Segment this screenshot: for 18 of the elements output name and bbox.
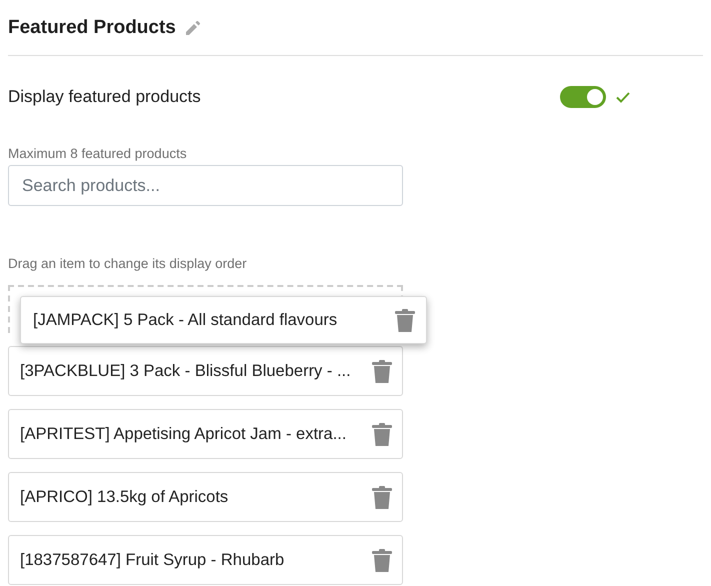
trash-icon[interactable]	[372, 548, 392, 572]
pencil-icon[interactable]	[186, 20, 200, 34]
search-field[interactable]: Search products...	[8, 165, 403, 206]
trash-icon[interactable]	[372, 486, 392, 508]
product-item[interactable]: [APRITEST] Appetising Apricot Jam - extra...	[8, 409, 403, 459]
trash-icon[interactable]	[372, 422, 392, 446]
product-item[interactable]: [APRICO] 13.5kg of Apricots	[8, 472, 403, 522]
dragged-item[interactable]: [JAMPACK] 5 Pack - All standard flavours	[20, 296, 427, 344]
product-item[interactable]: [3PACKBLUE] 3 Pack - Blissful Blueberry - ...	[8, 346, 403, 396]
field-label: Maximum 8 featured products	[8, 146, 188, 161]
trash-icon[interactable]	[372, 360, 392, 382]
toggle-switch[interactable]	[560, 86, 606, 108]
trash-icon[interactable]	[395, 308, 415, 332]
toggle-label: Display featured products	[8, 87, 202, 107]
hint-text: Drag an item to change its display order	[8, 256, 248, 271]
section-title: Featured Products	[8, 16, 176, 38]
product-item[interactable]: [1837587647] Fruit Syrup - Rhubarb	[8, 535, 403, 585]
check-icon	[616, 92, 630, 102]
